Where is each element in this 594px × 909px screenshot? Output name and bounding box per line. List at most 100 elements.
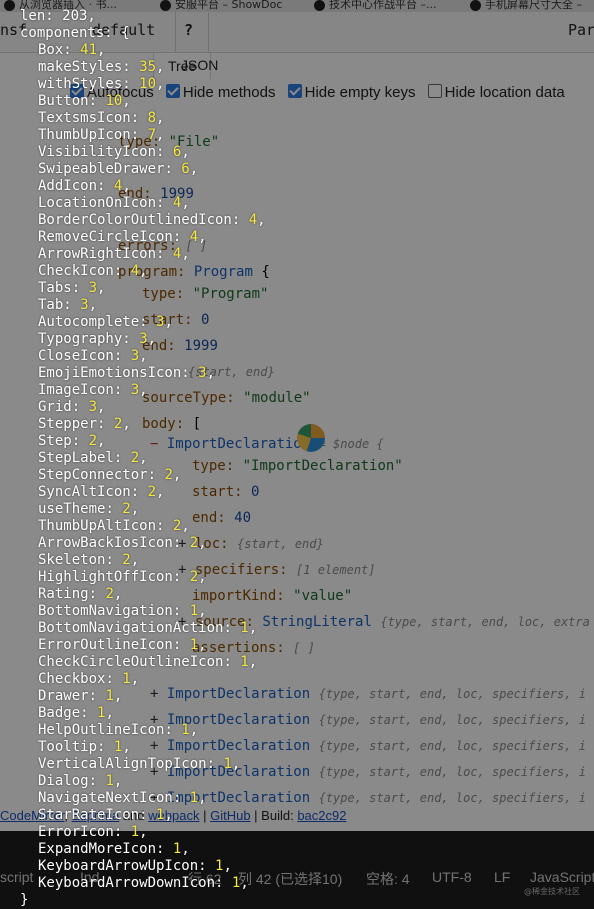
dump-item-name: ArrowBackIosIcon [38,535,173,551]
dump-item-name: makeStyles [38,59,123,75]
dump-item-count: 3 [139,331,148,347]
dump-item-name: StarRateIcon [38,807,140,823]
dump-item-row: LocationOnIcon: 4, [38,195,190,211]
dump-item-name: CheckIcon [38,263,114,279]
dump-item-count: 1 [189,790,199,806]
dump-item-row: RemoveCircleIcon: 4, [38,229,207,245]
dump-item-name: CloseIcon [38,348,114,364]
dump-item-count: 2 [88,433,98,449]
console-dump-overlay: len: 203, components: { Box: 41, makeStyl… [0,0,594,909]
dump-item-name: ErrorIcon [38,824,114,840]
dump-item-name: EmojiEmotionsIcon [38,365,182,381]
dump-item-count: 3 [80,297,89,313]
dump-item-name: Drawer [38,688,89,704]
dump-item-row: VisibilityIcon: 6, [38,144,190,160]
dump-item-row: AddIcon: 4, [38,178,131,194]
dump-item-count: 2 [189,569,199,585]
dump-item-row: ThumbUpIcon: 7, [38,127,165,143]
dump-item-row: ImageIcon: 3, [38,382,148,398]
dump-item-name: Grid [38,399,72,415]
dump-item-row: StepConnector: 2, [38,467,182,483]
dump-item-count: 35 [139,59,157,75]
dump-item-name: HighlightOffIcon [38,569,173,585]
dump-item-count: 1 [130,824,140,840]
dump-item-name: Step [38,433,72,449]
dump-item-row: ArrowBackIosIcon: 2, [38,535,207,551]
dump-item-row: TextsmsIcon: 8, [38,110,165,126]
dump-item-name: AddIcon [38,178,98,194]
dump-item-count: 1 [223,756,232,772]
dump-item-count: 3 [88,280,98,296]
dump-components-line: components: { [20,25,130,41]
dump-item-row: BottomNavigationAction: 1, [38,620,258,636]
dump-item-name: Button [38,93,89,109]
dump-item-row: HelpOutlineIcon: 1, [38,722,199,738]
dump-item-count: 2 [122,552,131,568]
dump-item-row: ThumbUpAltIcon: 2, [38,518,190,534]
dump-item-name: StepLabel [38,450,114,466]
dump-item-name: BottomNavigation [38,603,173,619]
dump-item-name: Autocomplete [38,314,140,330]
dump-item-count: 1 [189,603,199,619]
dump-item-row: useTheme: 2, [38,501,140,517]
dump-item-count: 10 [105,93,123,109]
dump-item-count: 3 [198,365,207,381]
dump-item-row: Step: 2, [38,433,106,449]
dump-item-row: Skeleton: 2, [38,552,140,568]
dump-item-name: Stepper [38,416,98,432]
dump-item-count: 8 [147,110,157,126]
dump-item-row: HighlightOffIcon: 2, [38,569,207,585]
dump-item-row: Checkbox: 1, [38,671,140,687]
dump-item-count: 4 [130,263,140,279]
dump-item-name: ArrowRightIcon [38,246,157,262]
dump-item-name: useTheme [38,501,106,517]
dump-item-row: Rating: 2, [38,586,123,602]
dump-item-count: 2 [164,467,173,483]
dump-item-count: 3 [130,382,140,398]
dump-item-count: 7 [147,127,157,143]
dump-item-row: VerticalAlignTopIcon: 1, [38,756,241,772]
dump-item-row: Typography: 3, [38,331,157,347]
dump-item-name: TextsmsIcon [38,110,131,126]
dump-item-name: Tabs [38,280,72,296]
dump-item-row: CloseIcon: 3, [38,348,148,364]
dump-item-row: Box: 41, [38,42,106,58]
dump-item-row: Tab: 3, [38,297,98,313]
dump-item-row: SyncAltIcon: 2, [38,484,165,500]
dump-item-count: 1 [181,722,190,738]
dump-item-name: HelpOutlineIcon [38,722,165,738]
dump-item-row: CheckCircleOutlineIcon: 1, [38,654,258,670]
dump-item-name: withStyles [38,76,123,92]
dump-item-row: Dialog: 1, [38,773,123,789]
dump-item-name: RemoveCircleIcon [38,229,173,245]
dump-item-name: NavigateNextIcon [38,790,173,806]
dump-len-line: len: 203, [20,8,96,24]
dump-item-row: Stepper: 2, [38,416,131,432]
dump-item-count: 2 [147,484,157,500]
dump-item-count: 1 [240,654,249,670]
dump-item-count: 1 [105,773,114,789]
dump-item-name: Tooltip [38,739,98,755]
dump-item-count: 1 [189,637,199,653]
dump-item-row: KeyboardArrowUpIcon: 1, [38,858,232,874]
dump-item-name: LocationOnIcon [38,195,157,211]
dump-item-row: Autocomplete: 3, [38,314,173,330]
dump-item-name: Typography [38,331,123,347]
dump-item-count: 1 [105,688,114,704]
dump-item-row: Grid: 3, [38,399,106,415]
dump-item-row: ErrorIcon: 1, [38,824,148,840]
dump-item-name: ThumbUpIcon [38,127,131,143]
dump-item-count: 4 [189,229,199,245]
dump-item-name: Checkbox [38,671,106,687]
dump-item-name: KeyboardArrowDownIcon [38,875,216,891]
dump-item-row: Drawer: 1, [38,688,123,704]
dump-item-count: 3 [130,348,140,364]
dump-item-name: Rating [38,586,89,602]
dump-item-name: KeyboardArrowUpIcon [38,858,199,874]
dump-item-count: 10 [139,76,157,92]
dump-item-row: Button: 10, [38,93,131,109]
dump-item-name: CheckCircleOutlineIcon [38,654,224,670]
dump-item-count: 6 [181,161,190,177]
dump-item-name: Badge [38,705,81,721]
dump-item-row: StarRateIcon: 1, [38,807,173,823]
